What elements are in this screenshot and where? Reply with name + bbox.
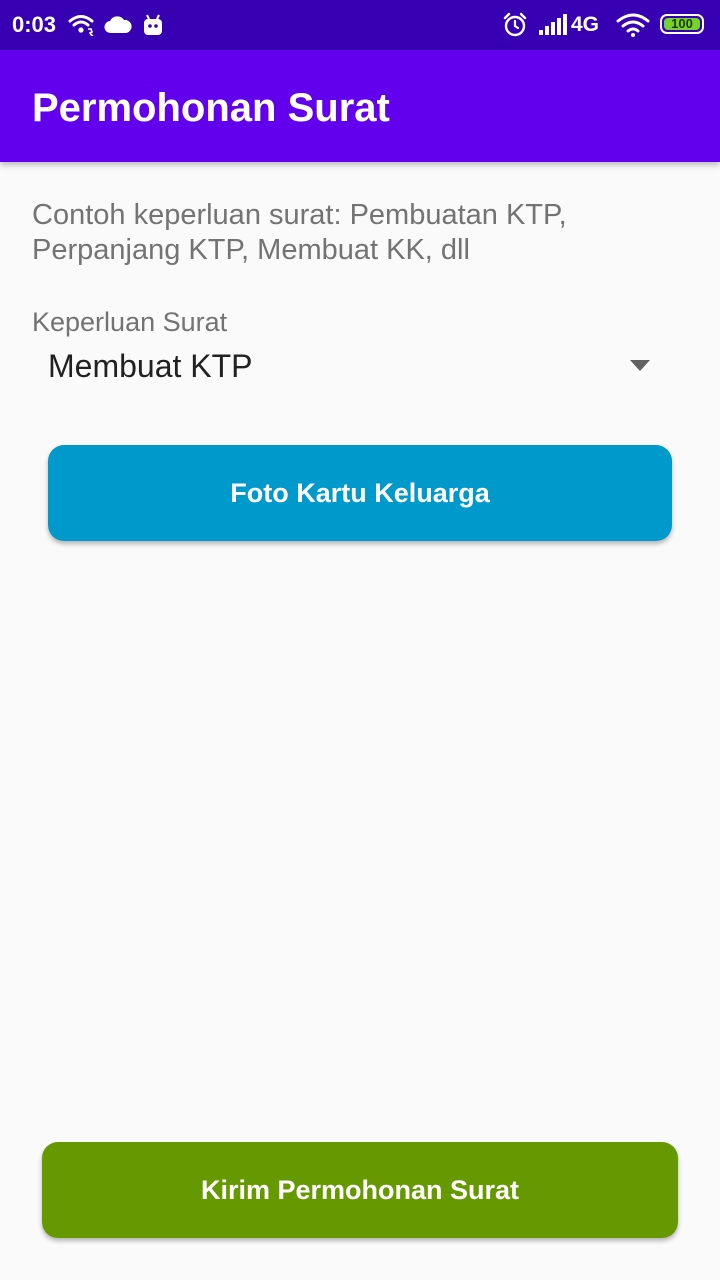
photo-family-card-button[interactable]: Foto Kartu Keluarga	[48, 445, 672, 541]
purpose-field-label: Keperluan Surat	[32, 307, 228, 337]
purpose-hint-text: Contoh keperluan surat: Pembuatan KTP, P…	[32, 199, 567, 266]
app-bar: Permohonan Surat	[0, 50, 720, 162]
cloud-icon	[104, 12, 132, 38]
battery-level: 100	[664, 17, 700, 30]
purpose-dropdown[interactable]: Membuat KTP	[32, 336, 672, 396]
dropdown-arrow-icon	[630, 360, 650, 371]
android-icon	[142, 12, 164, 38]
status-time: 0:03	[12, 12, 57, 37]
battery-icon: 100	[660, 14, 704, 34]
signal-icon	[538, 12, 568, 38]
wifi-calling-icon	[68, 12, 96, 38]
network-type-label: 4G	[571, 13, 600, 36]
alarm-icon	[502, 12, 528, 38]
wifi-icon	[616, 12, 650, 38]
page-title: Permohonan Surat	[32, 86, 390, 130]
submit-request-button[interactable]: Kirim Permohonan Surat	[42, 1142, 678, 1238]
status-bar: 0:03 4G 100	[0, 0, 720, 50]
purpose-selected-value: Membuat KTP	[48, 348, 253, 384]
